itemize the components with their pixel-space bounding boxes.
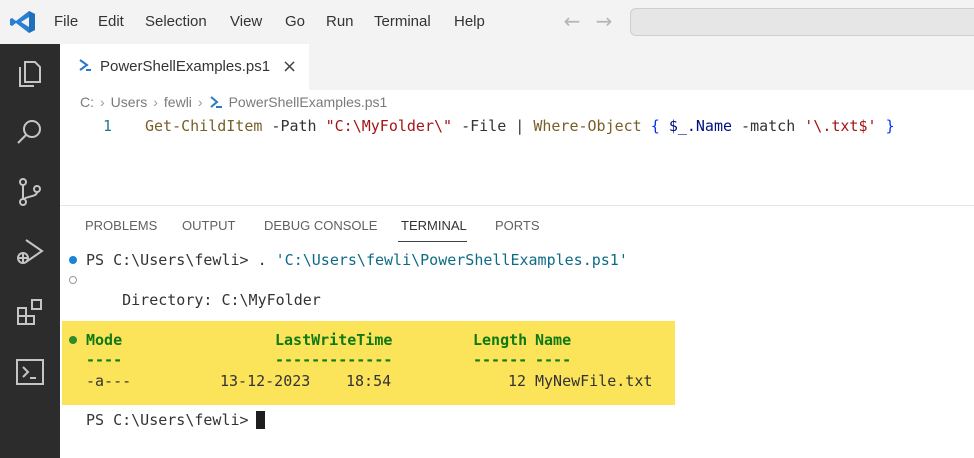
tab-label: PowerShellExamples.ps1 <box>100 58 271 75</box>
command-status-dot[interactable] <box>69 336 77 344</box>
activity-bar <box>0 44 60 458</box>
code-token-string: "C:\MyFolder\" <box>325 117 453 135</box>
terminal-prompt: PS C:\Users\fewli> . <box>86 251 276 269</box>
column-header-name: Name <box>535 331 572 349</box>
code-token-cmdlet: Where-Object <box>533 117 642 135</box>
menu-edit[interactable]: Edit <box>98 0 124 44</box>
column-header-length: Length <box>473 331 528 349</box>
column-header-mode: Mode <box>86 331 123 349</box>
powershell-file-icon <box>209 96 222 108</box>
tab-ports[interactable]: PORTS <box>495 208 540 244</box>
row-length: 12 <box>508 372 527 390</box>
row-time: 18:54 <box>346 372 392 390</box>
menu-terminal[interactable]: Terminal <box>374 0 431 44</box>
code-token-property: .Name <box>686 117 733 135</box>
breadcrumb-item-drive[interactable]: C: <box>80 92 94 112</box>
code-token-param: -Path <box>262 117 326 135</box>
terminal-script-path: 'C:\Users\fewli\PowerShellExamples.ps1' <box>275 251 628 269</box>
menu-file[interactable]: File <box>54 0 78 44</box>
row-date: 13-12-2023 <box>220 372 311 390</box>
breadcrumb-item-file[interactable]: PowerShellExamples.ps1 <box>229 92 388 112</box>
code-token-param: -File <box>452 117 516 135</box>
editor-tab-strip: PowerShellExamples.ps1 × <box>60 44 974 90</box>
code-token-cmdlet: Get-ChildItem <box>145 117 263 135</box>
breadcrumb-item-fewli[interactable]: fewli <box>164 92 192 112</box>
panel-divider <box>60 205 974 206</box>
code-token-brace: } <box>885 117 895 135</box>
menu-run[interactable]: Run <box>326 0 354 44</box>
column-underline: ---- <box>535 351 572 369</box>
close-icon[interactable]: × <box>282 44 297 90</box>
code-token-string: '\.txt$' <box>804 117 877 135</box>
column-underline: ------------- <box>275 351 393 369</box>
extensions-icon[interactable] <box>14 296 46 328</box>
search-icon[interactable] <box>14 116 46 148</box>
code-token-variable: $_ <box>668 117 687 135</box>
menu-selection[interactable]: Selection <box>145 0 207 44</box>
title-bar: File Edit Selection View Go Run Terminal… <box>0 0 974 44</box>
arrow-left-icon[interactable]: ← <box>561 10 583 32</box>
chevron-right-icon: › <box>100 94 105 110</box>
tab-powershell-examples[interactable]: PowerShellExamples.ps1 × <box>60 44 309 90</box>
code-line[interactable]: Get-ChildItem -Path "C:\MyFolder\" -File… <box>145 115 895 137</box>
menu-help[interactable]: Help <box>454 0 485 44</box>
code-token-param: -match <box>732 117 805 135</box>
terminal-cursor <box>256 411 265 429</box>
terminal-command-line: PS C:\Users\fewli> . 'C:\Users\fewli\Pow… <box>86 250 628 270</box>
column-underline: ------ <box>473 351 528 369</box>
menu-go[interactable]: Go <box>285 0 305 44</box>
chevron-right-icon: › <box>197 94 203 110</box>
command-center-search[interactable] <box>630 8 974 36</box>
tab-terminal[interactable]: TERMINAL <box>401 208 467 244</box>
column-header-lastwritetime: LastWriteTime <box>275 331 393 349</box>
row-name: MyNewFile.txt <box>535 372 653 390</box>
arrow-right-icon[interactable]: → <box>593 10 615 32</box>
tab-output[interactable]: OUTPUT <box>182 208 235 244</box>
source-control-icon[interactable] <box>14 176 46 208</box>
powershell-file-icon <box>79 59 91 71</box>
chevron-right-icon: › <box>153 94 158 110</box>
breadcrumb-item-users[interactable]: Users <box>111 92 148 112</box>
command-status-dot[interactable] <box>69 256 77 264</box>
column-underline: ---- <box>86 351 123 369</box>
row-mode: -a--- <box>86 372 132 390</box>
tab-debug-console[interactable]: DEBUG CONSOLE <box>264 208 377 244</box>
terminal-directory-line: Directory: C:\MyFolder <box>86 291 321 309</box>
menu-view[interactable]: View <box>230 0 262 44</box>
terminal-icon[interactable] <box>14 356 46 388</box>
terminal-prompt[interactable]: PS C:\Users\fewli> <box>86 410 258 430</box>
code-token-brace: { <box>650 117 660 135</box>
vscode-logo-icon <box>10 11 35 33</box>
explorer-icon[interactable] <box>14 58 46 90</box>
line-number: 1 <box>103 117 113 135</box>
tab-problems[interactable]: PROBLEMS <box>85 208 157 244</box>
active-tab-indicator <box>398 241 467 242</box>
code-token-pipe: | <box>515 117 534 135</box>
breadcrumb: C: › Users › fewli › PowerShellExamples.ps1 <box>80 92 387 112</box>
run-debug-icon[interactable] <box>14 236 46 268</box>
command-status-dot[interactable] <box>69 276 77 284</box>
